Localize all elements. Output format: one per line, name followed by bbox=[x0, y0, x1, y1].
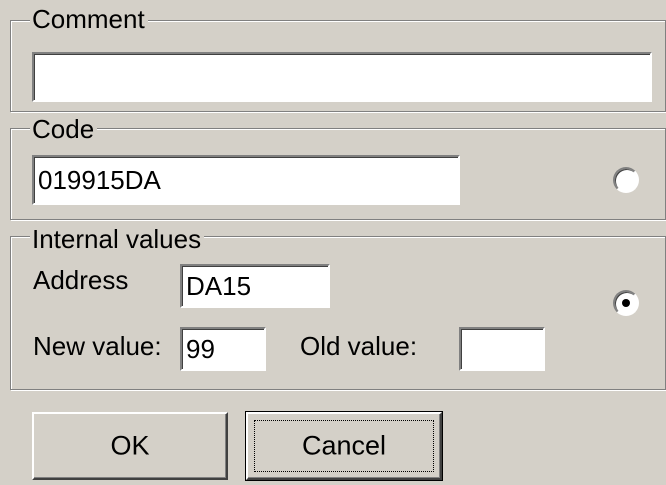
internal-values-legend: Internal values bbox=[30, 224, 205, 254]
code-legend: Code bbox=[30, 114, 98, 144]
radio-selected-dot bbox=[622, 299, 630, 307]
address-input[interactable]: DA15 bbox=[180, 264, 330, 308]
old-value-label: Old value: bbox=[300, 331, 418, 361]
comment-legend: Comment bbox=[30, 4, 148, 34]
code-radio[interactable] bbox=[613, 167, 639, 193]
old-value-input[interactable] bbox=[459, 327, 545, 371]
comment-input[interactable] bbox=[32, 52, 652, 102]
cancel-button[interactable]: Cancel bbox=[245, 411, 443, 481]
ok-button-label: OK bbox=[110, 430, 150, 461]
internal-values-radio[interactable] bbox=[613, 290, 639, 316]
new-value-input[interactable]: 99 bbox=[180, 327, 266, 371]
code-input[interactable]: 019915DA bbox=[32, 155, 460, 205]
internal-values-group bbox=[10, 236, 666, 390]
ok-button[interactable]: OK bbox=[32, 412, 228, 480]
address-label: Address bbox=[33, 265, 129, 295]
cancel-button-label: Cancel bbox=[301, 430, 387, 461]
new-value-label: New value: bbox=[33, 331, 162, 361]
